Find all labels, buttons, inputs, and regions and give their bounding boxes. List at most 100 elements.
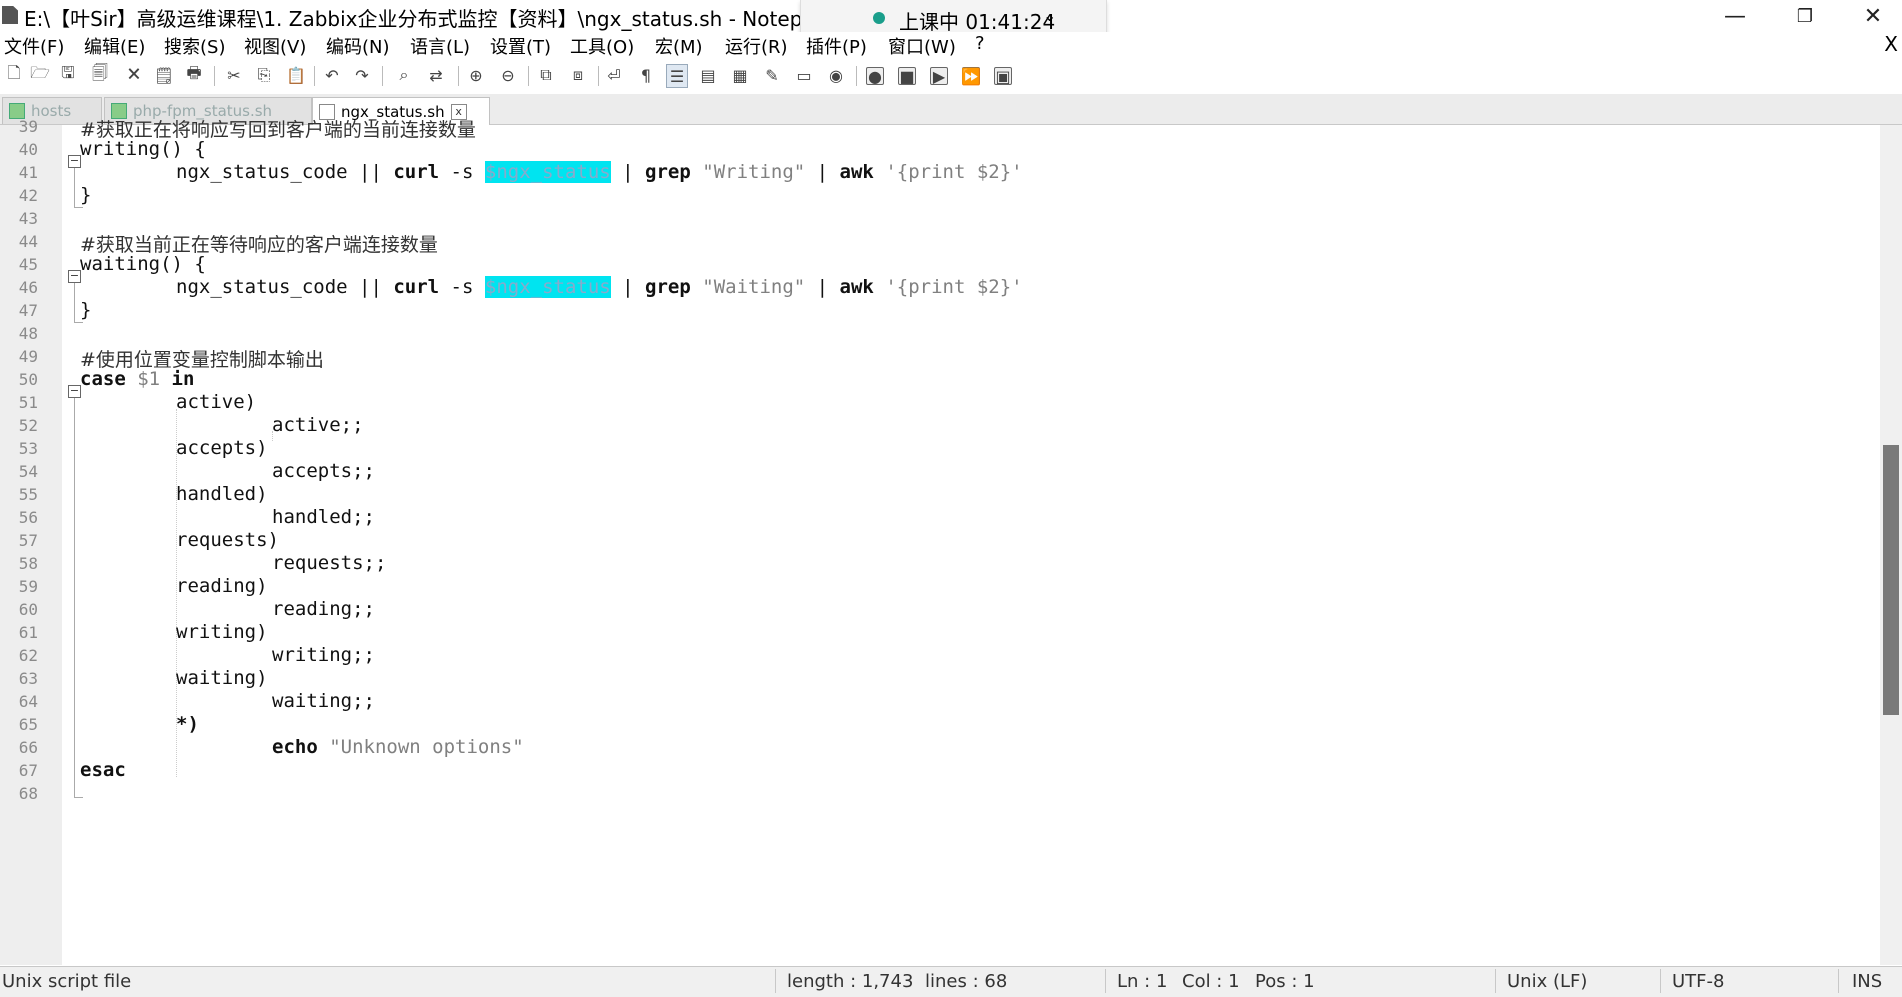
line-number: 59 [18, 577, 38, 596]
status-dot-icon [873, 12, 885, 24]
close-doc-icon[interactable]: X [1884, 32, 1898, 56]
run-macro-multiple-icon[interactable]: ⏩ [961, 67, 981, 86]
file-type: Unix script file [2, 971, 132, 992]
stop-macro-icon[interactable]: ■ [898, 67, 916, 86]
sync-scroll-h-icon[interactable]: ⧈ [568, 64, 588, 86]
print-icon[interactable]: 🖶 [184, 63, 204, 86]
selection-highlight: $ngx_status [484, 161, 611, 183]
menu-language[interactable]: 语言(L) [410, 33, 470, 59]
save-all-icon[interactable]: 🗐 [90, 63, 110, 86]
vertical-scrollbar[interactable] [1880, 125, 1902, 965]
doc-map-icon[interactable]: ▤ [698, 64, 718, 86]
indent-guide-icon[interactable]: ☰ [666, 64, 688, 88]
menu-settings[interactable]: 设置(T) [490, 33, 551, 59]
record-macro-icon[interactable]: ● [866, 67, 884, 86]
menu-macro[interactable]: 宏(M) [655, 33, 703, 59]
code-line: active) [176, 391, 257, 413]
menu-bar: 文件(F) 编辑(E) 搜索(S) 视图(V) 编码(N) 语言(L) 设置(T… [0, 32, 1902, 60]
cut-icon[interactable]: ✂ [224, 64, 244, 86]
cursor-column: Col : 1 [1182, 971, 1240, 992]
code-line: } [80, 184, 92, 206]
minimize-button[interactable]: — [1700, 0, 1770, 32]
line-number: 66 [18, 738, 38, 757]
class-timer-text: 上课中 01:41:24 [899, 10, 1056, 34]
line-number: 63 [18, 669, 38, 688]
copy-icon[interactable]: ⎘ [254, 64, 274, 86]
menu-file[interactable]: 文件(F) [4, 33, 64, 59]
cursor-line: Ln : 1 [1117, 971, 1168, 992]
word-wrap-icon[interactable]: ⏎ [604, 64, 624, 86]
line-number: 52 [18, 416, 38, 435]
eol-format[interactable]: Unix (LF) [1507, 971, 1587, 992]
function-list-icon[interactable]: ▦ [730, 64, 750, 86]
encoding[interactable]: UTF-8 [1672, 971, 1724, 992]
menu-view[interactable]: 视图(V) [244, 33, 306, 59]
new-file-icon[interactable]: 🗋 [4, 63, 24, 86]
toolbar: 🗋 🗁 🖫 🗐 🗙 🗒 🖶 ✂ ⎘ 📋 ↶ ↷ ⌕ ⇄ ⊕ ⊖ ⧉ ⧈ ⏎ ¶ … [0, 60, 1902, 92]
menu-encoding[interactable]: 编码(N) [326, 33, 390, 59]
code-line: } [80, 299, 92, 321]
line-number: 51 [18, 393, 38, 412]
menu-window[interactable]: 窗口(W) [888, 33, 956, 59]
code-line: requests) [176, 529, 279, 551]
window-title: E:\【叶Sir】高级运维课程\1. Zabbix企业分布式监控【资料】\ngx… [24, 7, 921, 31]
line-number: 54 [18, 462, 38, 481]
line-number: 42 [18, 186, 38, 205]
menu-search[interactable]: 搜索(S) [164, 33, 225, 59]
line-number: 68 [18, 784, 38, 803]
sync-scroll-v-icon[interactable]: ⧉ [536, 64, 556, 86]
open-file-icon[interactable]: 🗁 [30, 63, 50, 86]
maximize-button[interactable]: ❐ [1770, 0, 1840, 32]
paste-icon[interactable]: 📋 [286, 64, 306, 86]
insert-mode[interactable]: INS [1852, 971, 1882, 992]
code-line: ngx_status_code || curl -s $ngx_status |… [176, 161, 1023, 183]
chevron-down-icon[interactable]: ⌄ [1043, 6, 1056, 25]
code-line: writing;; [272, 644, 375, 666]
line-number: 49 [18, 347, 38, 366]
code-editor[interactable]: 39 40 41 42 43 44 45 46 47 48 49 50 51 5… [0, 117, 1880, 965]
save-icon[interactable]: 🖫 [58, 63, 78, 86]
save-macro-icon[interactable]: ▣ [994, 67, 1012, 86]
line-number: 55 [18, 485, 38, 504]
cursor-position: Pos : 1 [1255, 971, 1315, 992]
code-line: esac [80, 759, 126, 781]
scrollbar-thumb[interactable] [1883, 445, 1899, 715]
selection-highlight: $ngx_status [484, 276, 611, 298]
line-number: 61 [18, 623, 38, 642]
code-line: waiting;; [272, 690, 375, 712]
doc-length: length : 1,743 [787, 971, 914, 992]
find-icon[interactable]: ⌕ [394, 64, 414, 86]
play-macro-icon[interactable]: ▶ [930, 67, 948, 86]
folder-as-workspace-icon[interactable]: ▭ [794, 64, 814, 86]
close-all-icon[interactable]: 🗒 [154, 64, 174, 86]
line-number: 45 [18, 255, 38, 274]
code-line: handled;; [272, 506, 375, 528]
monitoring-icon[interactable]: ◉ [826, 64, 846, 86]
replace-icon[interactable]: ⇄ [426, 64, 446, 86]
line-number: 48 [18, 324, 38, 343]
line-number: 46 [18, 278, 38, 297]
show-all-chars-icon[interactable]: ¶ [636, 64, 656, 86]
udl-icon[interactable]: ✎ [762, 64, 782, 86]
zoom-out-icon[interactable]: ⊖ [498, 64, 518, 86]
line-number: 47 [18, 301, 38, 320]
zoom-in-icon[interactable]: ⊕ [466, 64, 486, 86]
line-number: 44 [18, 232, 38, 251]
line-number: 56 [18, 508, 38, 527]
menu-tools[interactable]: 工具(O) [570, 33, 634, 59]
redo-icon[interactable]: ↷ [352, 64, 372, 86]
code-line: active;; [272, 414, 364, 436]
close-file-icon[interactable]: 🗙 [124, 63, 144, 86]
menu-edit[interactable]: 编辑(E) [84, 33, 145, 59]
menu-plugins[interactable]: 插件(P) [806, 33, 867, 59]
menu-run[interactable]: 运行(R) [725, 33, 788, 59]
menu-help[interactable]: ? [975, 33, 985, 54]
line-number: 53 [18, 439, 38, 458]
code-line: case $1 in [80, 368, 195, 390]
code-line: ngx_status_code || curl -s $ngx_status |… [176, 276, 1023, 298]
line-number: 60 [18, 600, 38, 619]
undo-icon[interactable]: ↶ [322, 64, 342, 86]
code-line: reading) [176, 575, 268, 597]
code-line: handled) [176, 483, 268, 505]
close-button[interactable]: ✕ [1838, 0, 1902, 32]
